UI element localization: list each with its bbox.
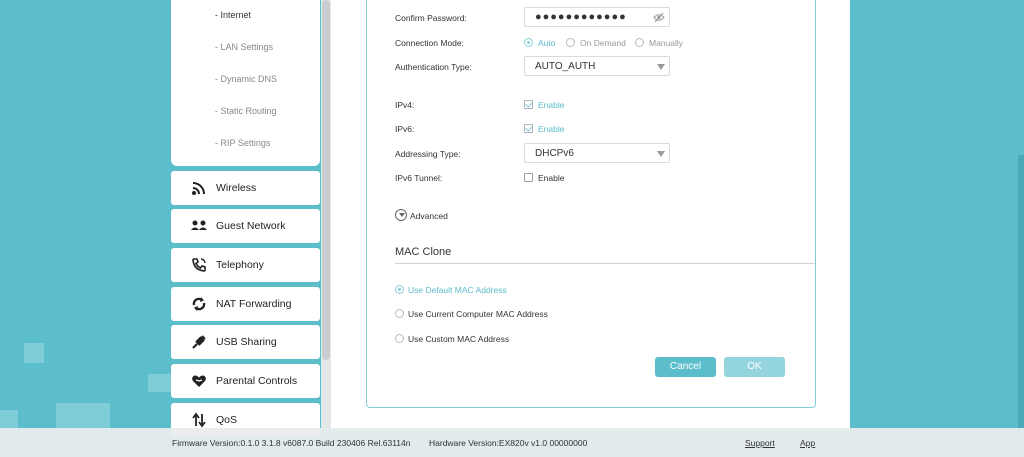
wifi-icon	[192, 182, 205, 195]
cancel-button[interactable]: Cancel	[655, 357, 716, 377]
main-panel: Confirm Password: ●●●●●●●●●●●● Connectio…	[331, 0, 850, 430]
ipv6-enable-label[interactable]: Enable	[538, 124, 564, 134]
connection-mode-on-demand-radio[interactable]	[566, 38, 575, 47]
authentication-type-dropdown[interactable]: AUTO_AUTH	[524, 56, 670, 76]
mac-custom-label[interactable]: Use Custom MAC Address	[408, 334, 509, 344]
background-decoration	[148, 374, 172, 392]
sidebar: - Internet - LAN Settings - Dynamic DNS …	[171, 0, 331, 457]
connection-mode-on-demand-label[interactable]: On Demand	[580, 38, 626, 48]
network-submenu: - Internet - LAN Settings - Dynamic DNS …	[171, 0, 320, 166]
confirm-password-field[interactable]: ●●●●●●●●●●●●	[524, 7, 670, 27]
submenu-item-rip-settings[interactable]: - RIP Settings	[215, 138, 270, 148]
sidebar-item-label: Wireless	[216, 182, 257, 194]
submenu-item-lan-settings[interactable]: - LAN Settings	[215, 42, 273, 52]
chevron-down-icon	[657, 64, 665, 70]
sidebar-item-label: USB Sharing	[216, 336, 277, 348]
ipv4-enable-label[interactable]: Enable	[538, 100, 564, 110]
app-link[interactable]: App	[800, 438, 815, 448]
authentication-type-label: Authentication Type:	[395, 62, 472, 72]
sidebar-item-label: NAT Forwarding	[216, 298, 292, 310]
addressing-type-dropdown[interactable]: DHCPv6	[524, 143, 670, 163]
sidebar-item-usb-sharing[interactable]: USB Sharing	[171, 325, 320, 359]
addressing-type-label: Addressing Type:	[395, 149, 461, 159]
connection-mode-manually-label[interactable]: Manually	[649, 38, 683, 48]
sidebar-item-wireless[interactable]: Wireless	[171, 171, 320, 205]
sidebar-item-label: QoS	[216, 414, 238, 426]
addressing-type-value: DHCPv6	[535, 148, 574, 159]
page-scrollbar[interactable]	[1018, 155, 1024, 435]
ipv6-tunnel-enable-checkbox[interactable]	[524, 173, 533, 182]
sidebar-item-nat-forwarding[interactable]: NAT Forwarding	[171, 287, 320, 321]
firmware-version: Firmware Version:0.1.0 3.1.8 v6087.0 Bui…	[172, 438, 411, 448]
connection-mode-label: Connection Mode:	[395, 38, 464, 48]
background-decoration	[0, 410, 18, 430]
sidebar-scrollbar[interactable]	[321, 0, 331, 430]
internet-settings-card: Confirm Password: ●●●●●●●●●●●● Connectio…	[366, 0, 816, 408]
advanced-expand-icon[interactable]	[395, 209, 407, 221]
chevron-down-icon	[657, 151, 665, 157]
submenu-item-static-routing[interactable]: - Static Routing	[215, 106, 277, 116]
mac-default-label[interactable]: Use Default MAC Address	[408, 285, 507, 295]
sidebar-scrollbar-thumb[interactable]	[322, 0, 330, 360]
heart-icon	[192, 375, 206, 387]
submenu-item-dynamic-dns[interactable]: - Dynamic DNS	[215, 74, 277, 84]
ipv6-label: IPv6:	[395, 124, 415, 134]
sidebar-item-label: Telephony	[216, 259, 264, 271]
sidebar-item-label: Guest Network	[216, 220, 286, 232]
usb-icon	[192, 335, 206, 349]
connection-mode-auto-radio[interactable]	[524, 38, 533, 47]
authentication-type-value: AUTO_AUTH	[535, 61, 596, 72]
confirm-password-label: Confirm Password:	[395, 13, 467, 23]
connection-mode-manually-radio[interactable]	[635, 38, 644, 47]
ipv4-enable-checkbox[interactable]	[524, 100, 533, 109]
support-link[interactable]: Support	[745, 438, 775, 448]
advanced-toggle-label[interactable]: Advanced	[410, 211, 448, 221]
hide-password-icon[interactable]	[653, 12, 665, 23]
submenu-item-internet[interactable]: - Internet	[215, 10, 251, 20]
phone-icon	[192, 258, 206, 272]
sidebar-item-telephony[interactable]: Telephony	[171, 248, 320, 282]
mac-current-computer-label[interactable]: Use Current Computer MAC Address	[408, 309, 548, 319]
ipv6-enable-checkbox[interactable]	[524, 124, 533, 133]
confirm-password-value: ●●●●●●●●●●●●	[535, 11, 627, 23]
ipv6-tunnel-enable-label[interactable]: Enable	[538, 173, 564, 183]
sidebar-item-guest-network[interactable]: Guest Network	[171, 209, 320, 243]
ipv4-label: IPv4:	[395, 100, 415, 110]
mac-default-radio[interactable]	[395, 285, 404, 294]
mac-clone-title: MAC Clone	[395, 246, 452, 258]
qos-arrows-icon	[192, 412, 206, 428]
hardware-version: Hardware Version:EX820v v1.0 00000000	[429, 438, 588, 448]
guest-network-icon	[191, 220, 207, 230]
ok-button[interactable]: OK	[724, 357, 785, 377]
nat-forwarding-icon	[192, 297, 206, 311]
sidebar-item-parental-controls[interactable]: Parental Controls	[171, 364, 320, 398]
section-divider	[395, 263, 815, 264]
footer: Firmware Version:0.1.0 3.1.8 v6087.0 Bui…	[0, 428, 1024, 457]
background-decoration	[24, 343, 44, 363]
mac-current-computer-radio[interactable]	[395, 309, 404, 318]
connection-mode-auto-label[interactable]: Auto	[538, 38, 556, 48]
ipv6-tunnel-label: IPv6 Tunnel:	[395, 173, 443, 183]
sidebar-item-label: Parental Controls	[216, 375, 298, 387]
mac-custom-radio[interactable]	[395, 334, 404, 343]
